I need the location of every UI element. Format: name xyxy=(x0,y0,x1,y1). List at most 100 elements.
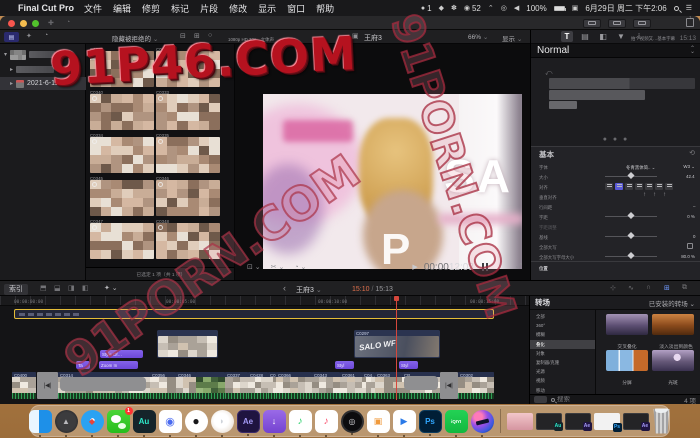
status-item-search-11[interactable] xyxy=(674,6,679,11)
timeline-clip-C0346[interactable]: C0346 xyxy=(176,372,196,399)
stepper-icon[interactable]: ⌃⌄ xyxy=(690,48,695,54)
align-button-4[interactable] xyxy=(645,183,653,190)
slider-knob[interactable] xyxy=(627,252,634,259)
title-pill[interactable]: Style Of… xyxy=(100,350,143,358)
status-item-volume-6[interactable]: ◀ xyxy=(514,4,519,12)
installed-transitions-dropdown[interactable]: 已安装的转场 ⌄ xyxy=(649,298,695,308)
list-view-icon[interactable]: ⊞ xyxy=(194,32,200,40)
transition-category-1[interactable]: 360° xyxy=(530,321,596,330)
filmstrip-view-icon[interactable]: ⊟ xyxy=(180,32,186,40)
timeline-clip-C0302[interactable]: C0302 xyxy=(458,372,494,399)
index-button[interactable]: 索引 xyxy=(4,284,28,295)
browser-clip[interactable] xyxy=(156,94,220,130)
browser-clip[interactable] xyxy=(90,223,154,259)
slider-knob[interactable] xyxy=(627,232,634,239)
align-button-5[interactable] xyxy=(655,183,663,190)
timeline-clip-C0343[interactable]: C0343 xyxy=(312,372,340,399)
overwrite-clip-icon[interactable]: ◧ xyxy=(82,284,89,292)
dock-wechat-icon[interactable]: 1 xyxy=(107,410,130,433)
slider-track[interactable] xyxy=(605,256,657,257)
skimming-icon[interactable]: ∿ xyxy=(628,284,634,292)
dock-finder-icon[interactable] xyxy=(29,410,52,433)
title-pill[interactable]: Zoom In xyxy=(99,361,138,369)
toggle-timeline-button[interactable] xyxy=(608,19,626,28)
timeline-clip-C0363[interactable]: C0363 xyxy=(375,372,402,399)
trim-icon[interactable]: ⊹ xyxy=(610,284,616,292)
align-button-6[interactable] xyxy=(665,183,673,190)
append-clip-icon[interactable]: ◨ xyxy=(68,284,75,292)
transition-category-4[interactable]: 对象 xyxy=(530,349,596,358)
timeline-ruler[interactable]: 00:00:00:0000:00:05:0000:00:10:0000:00:1… xyxy=(0,296,530,306)
timeline-clip-C0…[interactable]: C0… xyxy=(268,372,276,399)
timeline-clip-C0400[interactable]: C0400 xyxy=(12,372,36,399)
font-value[interactable]: 冬青黑体简.. ⌄ xyxy=(626,164,655,170)
zoom-button[interactable] xyxy=(32,20,39,27)
connected-clip-C0297[interactable]: C0297SALO WF xyxy=(354,330,440,358)
transition-category-7[interactable]: 视频 xyxy=(530,376,596,385)
trash-icon[interactable] xyxy=(652,409,672,434)
browser-clip[interactable] xyxy=(90,137,154,173)
play-button[interactable]: ▶ xyxy=(412,263,417,271)
tasks-icon[interactable]: ◔ xyxy=(44,32,48,39)
valign-button-0[interactable]: ↑ xyxy=(643,192,646,198)
dock-books-icon[interactable]: ▣ xyxy=(367,410,390,433)
transform-tool-dropdown[interactable]: ✂ ⌄ xyxy=(271,263,285,271)
selected-title-clip[interactable] xyxy=(14,309,494,319)
audio-skimming-icon[interactable]: ∩ xyxy=(646,284,651,291)
transition-category-3[interactable]: 叠化 xyxy=(530,340,596,349)
menu-item-2[interactable]: 修剪 xyxy=(142,2,160,15)
browser-filter-dropdown[interactable]: 隐藏被拒绝的 ⌄ xyxy=(112,33,158,43)
playhead[interactable] xyxy=(396,296,397,400)
menubar-app-name[interactable]: Final Cut Pro xyxy=(18,3,74,13)
keyword-icon[interactable]: ✦ xyxy=(26,32,32,40)
title-pill[interactable]: Ta xyxy=(76,361,90,369)
import-icon[interactable]: ✚ xyxy=(48,19,54,27)
browser-clip[interactable] xyxy=(90,180,154,216)
timeline-clip-C0428[interactable]: C0428 xyxy=(248,372,268,399)
valign-button-1[interactable]: ↑ xyxy=(653,192,656,198)
timeline-clip-C0356[interactable]: C0356 xyxy=(150,372,176,399)
slider-track[interactable] xyxy=(605,236,657,237)
minimized-window-1[interactable]: Au xyxy=(536,413,562,430)
transition-item-3[interactable] xyxy=(652,350,694,371)
menu-item-7[interactable]: 窗口 xyxy=(287,2,305,15)
toggle-browser-button[interactable] xyxy=(583,19,601,28)
dock-video-player-icon[interactable]: ▶ xyxy=(393,410,416,433)
browser-search-icon[interactable]: ○ xyxy=(208,32,212,39)
browser-toggle-chip[interactable] xyxy=(534,396,547,403)
audio-meter-icon[interactable] xyxy=(482,263,484,271)
menu-item-0[interactable]: 文件 xyxy=(84,2,102,15)
browser-clip[interactable] xyxy=(156,180,220,216)
transition-item-1[interactable] xyxy=(652,314,694,335)
tool-menu[interactable]: ✦ ⌄ xyxy=(104,284,118,292)
minimized-window-3[interactable]: Ps xyxy=(594,413,620,430)
status-item-control-center-12[interactable]: ☰ xyxy=(686,4,692,12)
browser-clip[interactable] xyxy=(90,51,154,87)
slider-track[interactable] xyxy=(605,216,657,217)
viewer-view-dropdown[interactable]: 显示 ⌄ xyxy=(502,33,522,43)
dock-camera-lens-app-icon[interactable]: ◎ xyxy=(341,410,364,433)
retime-tool-dropdown[interactable]: ◔ ⌄ xyxy=(294,263,306,271)
library-subitem[interactable]: ▸ xyxy=(0,63,86,76)
dock-blue-knot-app-icon[interactable]: ◉ xyxy=(159,410,182,433)
status-item-text-10[interactable]: 6月29日 周二 下午2:06 xyxy=(585,3,666,14)
minimized-window-2[interactable]: Ae xyxy=(565,413,591,430)
timeline-clip-C0366[interactable]: C0366 xyxy=(276,372,312,399)
transitions-search-input[interactable] xyxy=(557,396,647,403)
timeline-clip-C0361[interactable]: C0361 xyxy=(340,372,362,399)
timeline-clip[interactable]: |◀| xyxy=(440,372,458,399)
menu-item-5[interactable]: 修改 xyxy=(229,2,247,15)
censored-text-line[interactable] xyxy=(549,101,577,109)
inspector-tab-1[interactable]: ▤ xyxy=(579,31,591,42)
project-title-dropdown[interactable]: 王府3 ⌄ xyxy=(296,285,322,295)
timeline-clip[interactable]: |◀| xyxy=(37,372,58,399)
dock-qq-music-icon[interactable]: ♪ xyxy=(289,410,312,433)
sidebar-toggle-icon[interactable]: ▤ xyxy=(4,32,19,42)
valign-button-2[interactable]: ↑ xyxy=(663,192,666,198)
browser-clip[interactable] xyxy=(156,137,220,173)
browser-clip[interactable] xyxy=(156,51,220,87)
transition-category-5[interactable]: 复制器/克隆 xyxy=(530,358,596,367)
status-item-app-dot-0[interactable]: ●1 xyxy=(421,4,432,13)
status-item-meter-3[interactable]: ◉52 xyxy=(464,4,481,13)
menu-item-8[interactable]: 帮助 xyxy=(316,2,334,15)
